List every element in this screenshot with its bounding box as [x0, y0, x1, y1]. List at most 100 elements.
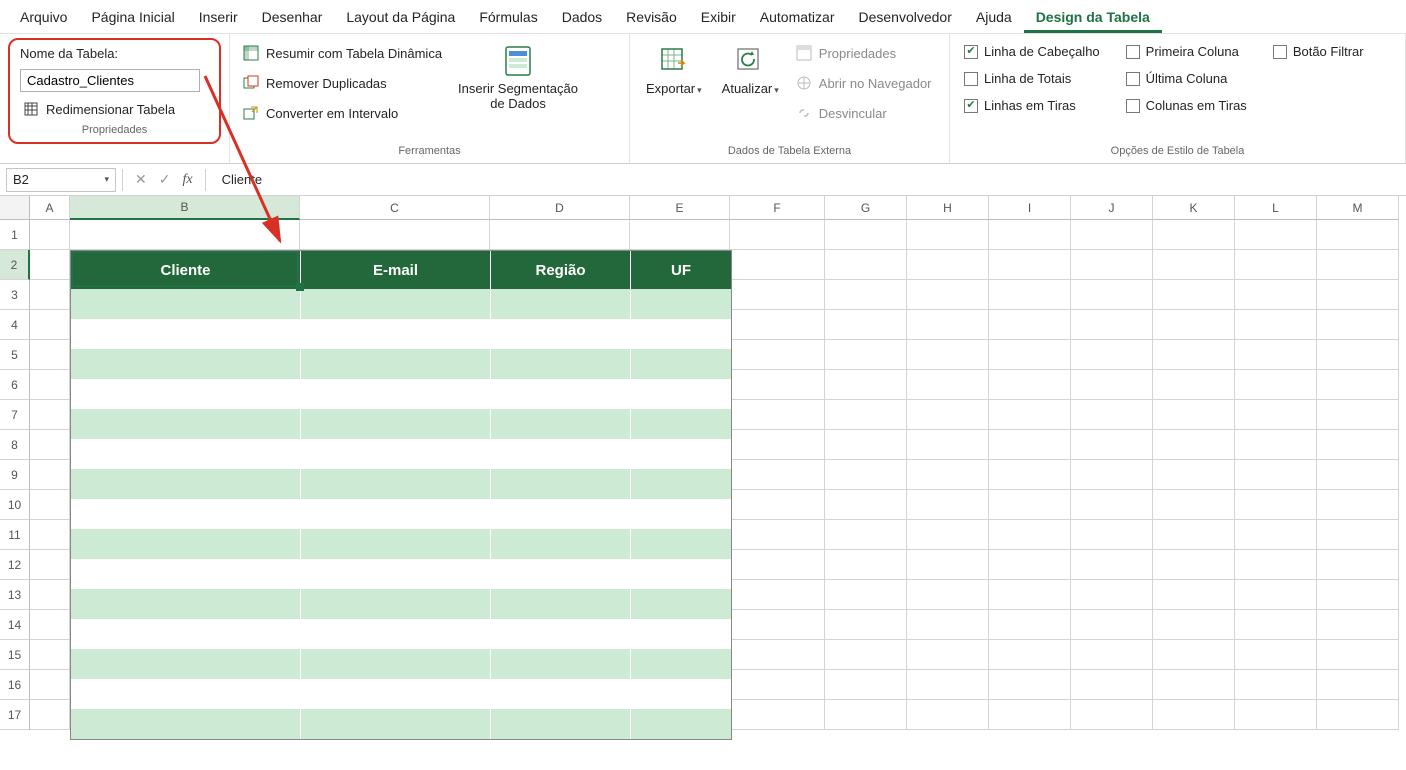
cell[interactable]: [1235, 340, 1317, 370]
cell[interactable]: [1153, 700, 1235, 730]
cell[interactable]: [989, 220, 1071, 250]
cell[interactable]: [30, 400, 70, 430]
cell[interactable]: [989, 550, 1071, 580]
table-header-cell[interactable]: E-mail: [301, 251, 491, 289]
table-cell[interactable]: [301, 649, 491, 679]
cell[interactable]: [1235, 490, 1317, 520]
table-cell[interactable]: [491, 379, 631, 409]
column-header[interactable]: G: [825, 196, 907, 220]
table-cell[interactable]: [631, 529, 731, 559]
table-cell[interactable]: [491, 319, 631, 349]
cell[interactable]: [825, 430, 907, 460]
table-cell[interactable]: [301, 559, 491, 589]
cell[interactable]: [1071, 310, 1153, 340]
table-cell[interactable]: [71, 319, 301, 349]
cell[interactable]: [907, 400, 989, 430]
cell[interactable]: [1317, 520, 1399, 550]
cell[interactable]: [1317, 610, 1399, 640]
table-cell[interactable]: [491, 649, 631, 679]
table-cell[interactable]: [301, 409, 491, 439]
cell[interactable]: [1317, 280, 1399, 310]
row-header[interactable]: 1: [0, 220, 30, 250]
cell[interactable]: [1317, 640, 1399, 670]
table-cell[interactable]: [301, 379, 491, 409]
cell[interactable]: [1235, 640, 1317, 670]
cell[interactable]: [1153, 520, 1235, 550]
cell[interactable]: [1235, 310, 1317, 340]
column-header[interactable]: M: [1317, 196, 1399, 220]
cell[interactable]: [1235, 550, 1317, 580]
row-header[interactable]: 7: [0, 400, 30, 430]
table-cell[interactable]: [301, 709, 491, 739]
row-header[interactable]: 17: [0, 700, 30, 730]
cell[interactable]: [30, 610, 70, 640]
tab-exibir[interactable]: Exibir: [689, 3, 748, 33]
cell[interactable]: [1317, 550, 1399, 580]
cell[interactable]: [907, 490, 989, 520]
cell[interactable]: [730, 460, 825, 490]
cell[interactable]: [30, 250, 70, 280]
refresh-button[interactable]: Atualizar▾: [716, 40, 785, 101]
column-header[interactable]: D: [490, 196, 630, 220]
cell[interactable]: [1071, 250, 1153, 280]
cell[interactable]: [30, 340, 70, 370]
row-header[interactable]: 3: [0, 280, 30, 310]
cell[interactable]: [1153, 640, 1235, 670]
table-cell[interactable]: [491, 589, 631, 619]
worksheet[interactable]: 1234567891011121314151617ABCDEFGHIJKLMCl…: [0, 196, 1406, 730]
table-cell[interactable]: [71, 439, 301, 469]
cell[interactable]: [1071, 580, 1153, 610]
cell[interactable]: [1153, 460, 1235, 490]
cell[interactable]: [1153, 580, 1235, 610]
cell[interactable]: [1317, 460, 1399, 490]
cell[interactable]: [907, 610, 989, 640]
checkbox-filter-button[interactable]: Botão Filtrar: [1269, 42, 1368, 61]
cell[interactable]: [1071, 280, 1153, 310]
cell[interactable]: [30, 370, 70, 400]
column-header[interactable]: F: [730, 196, 825, 220]
cell[interactable]: [907, 430, 989, 460]
cell[interactable]: [825, 370, 907, 400]
table-cell[interactable]: [631, 349, 731, 379]
cell[interactable]: [1317, 490, 1399, 520]
table-cell[interactable]: [71, 349, 301, 379]
tab-design-tabela[interactable]: Design da Tabela: [1024, 3, 1162, 33]
cell[interactable]: [1153, 430, 1235, 460]
tab-desenhar[interactable]: Desenhar: [250, 3, 335, 33]
cell[interactable]: [1071, 400, 1153, 430]
cell[interactable]: [730, 490, 825, 520]
cell[interactable]: [989, 520, 1071, 550]
cell[interactable]: [1153, 220, 1235, 250]
cell[interactable]: [907, 250, 989, 280]
cell[interactable]: [730, 670, 825, 700]
table-cell[interactable]: [491, 349, 631, 379]
cell[interactable]: [1235, 460, 1317, 490]
cell[interactable]: [825, 340, 907, 370]
cell[interactable]: [907, 280, 989, 310]
table-header-cell[interactable]: Região: [491, 251, 631, 289]
cell[interactable]: [989, 280, 1071, 310]
cell[interactable]: [1071, 640, 1153, 670]
cell[interactable]: [1317, 400, 1399, 430]
cell[interactable]: [989, 490, 1071, 520]
cell[interactable]: [1153, 610, 1235, 640]
cell[interactable]: [30, 700, 70, 730]
tab-revisao[interactable]: Revisão: [614, 3, 689, 33]
cell[interactable]: [730, 370, 825, 400]
insert-function-button[interactable]: fx: [176, 172, 198, 188]
tab-automatizar[interactable]: Automatizar: [748, 3, 847, 33]
cell[interactable]: [730, 340, 825, 370]
table-cell[interactable]: [631, 379, 731, 409]
cell[interactable]: [1153, 250, 1235, 280]
formula-input[interactable]: Cliente: [212, 172, 1400, 187]
row-header[interactable]: 10: [0, 490, 30, 520]
cell[interactable]: [730, 520, 825, 550]
cell[interactable]: [30, 520, 70, 550]
select-all-corner[interactable]: [0, 196, 30, 220]
table-cell[interactable]: [631, 289, 731, 319]
table-cell[interactable]: [631, 649, 731, 679]
checkbox-header-row[interactable]: Linha de Cabeçalho: [960, 42, 1104, 61]
cell[interactable]: [989, 640, 1071, 670]
cell[interactable]: [490, 220, 630, 250]
cell[interactable]: [989, 580, 1071, 610]
